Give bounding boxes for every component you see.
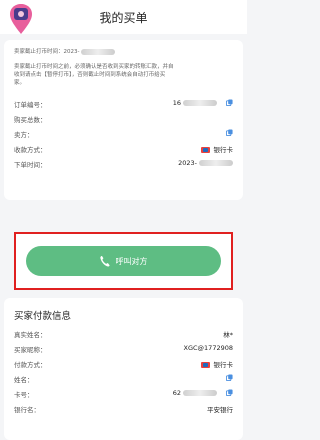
row-value-text: 16 [172, 99, 181, 107]
info-row: 银行名： 平安银行 [14, 401, 233, 416]
row-value-text: 平安银行 [207, 406, 233, 414]
info-row: 姓名： [14, 371, 233, 386]
row-label: 真实姓名： [14, 331, 47, 339]
deadline-label: 卖家截止打币时间：2023- [14, 49, 80, 55]
row-value-text: 林* [223, 331, 233, 339]
info-row: 真实姓名： 林* [14, 326, 233, 341]
redacted-value [199, 160, 233, 166]
row-label: 姓名： [14, 376, 34, 384]
info-row: 下单时间： 2023- [14, 156, 233, 171]
copy-icon[interactable] [226, 99, 233, 106]
order-notice: 卖家截止打币时间：2023- 卖家截止打币时间之前，必须确认是否收到买家的转账汇… [4, 40, 243, 87]
call-button-highlight: 呼叫对方 [14, 232, 233, 290]
row-label: 收款方式： [14, 146, 47, 154]
row-value: 林* [223, 329, 233, 339]
redacted-value [183, 390, 217, 396]
row-value-text: 银行卡 [213, 146, 234, 154]
row-value-text: 62 [172, 389, 181, 397]
copy-icon[interactable] [226, 129, 233, 136]
call-button-label: 呼叫对方 [115, 256, 148, 266]
notice-text-3: 家。 [14, 80, 26, 86]
row-label: 订单编号： [14, 101, 47, 109]
payer-info-card: 买家付款信息 真实姓名： 林* 买家昵称： XGC@1772908 付款方式： 银行卡姓名… [4, 298, 243, 440]
notice-text-1: 卖家截止打币时间之前，必须确认是否收到买家的转账汇款，并自 [14, 64, 174, 70]
row-value-text: 银行卡 [213, 361, 234, 369]
row-label: 买家昵称： [14, 346, 47, 354]
row-value: 银行卡 [200, 359, 234, 369]
page-title: 我的买单 [99, 10, 148, 25]
row-label: 下单时间： [14, 161, 47, 169]
row-label: 购买总数： [14, 116, 47, 124]
info-row: 卖方： [14, 126, 233, 141]
row-label: 付款方式： [14, 361, 47, 369]
copy-icon[interactable] [226, 389, 233, 396]
payer-section-title: 买家付款信息 [14, 311, 72, 322]
info-row: 订单编号： 16 [14, 96, 233, 111]
row-label: 银行名： [14, 406, 40, 414]
row-value: 平安银行 [207, 404, 233, 414]
info-row: 买家昵称： XGC@1772908 [14, 341, 233, 356]
order-info-card: 卖家截止打币时间：2023- 卖家截止打币时间之前，必须确认是否收到买家的转账汇… [4, 40, 243, 200]
unionpay-icon [200, 147, 210, 153]
info-row: 卡号： 62 [14, 386, 233, 401]
unionpay-icon [200, 362, 210, 368]
row-value: 62 [173, 389, 217, 397]
redacted-value [183, 100, 217, 106]
row-value: XGC@1772908 [184, 344, 233, 352]
notice-text-2: 收到请点击【暂停打币】，否则截止时间到系统会自动打币给买 [14, 72, 166, 78]
app-header: 我的买单 [0, 0, 247, 34]
copy-icon[interactable] [226, 374, 233, 381]
phone-icon [99, 256, 110, 267]
app-logo-icon [10, 4, 32, 34]
row-value-text: XGC@1772908 [183, 344, 233, 352]
row-label: 卖方： [14, 131, 34, 139]
info-row: 付款方式： 银行卡 [14, 356, 233, 371]
row-value-text: 2023- [178, 159, 197, 167]
redacted-value [81, 48, 116, 55]
row-value: 2023- [178, 159, 233, 167]
call-counterparty-button[interactable]: 呼叫对方 [26, 246, 221, 276]
row-value: 16 [173, 99, 217, 107]
row-value: 银行卡 [200, 144, 234, 154]
info-row: 收款方式： 银行卡 [14, 141, 233, 156]
row-label: 卡号： [14, 391, 34, 399]
info-row: 购买总数： [14, 111, 233, 126]
